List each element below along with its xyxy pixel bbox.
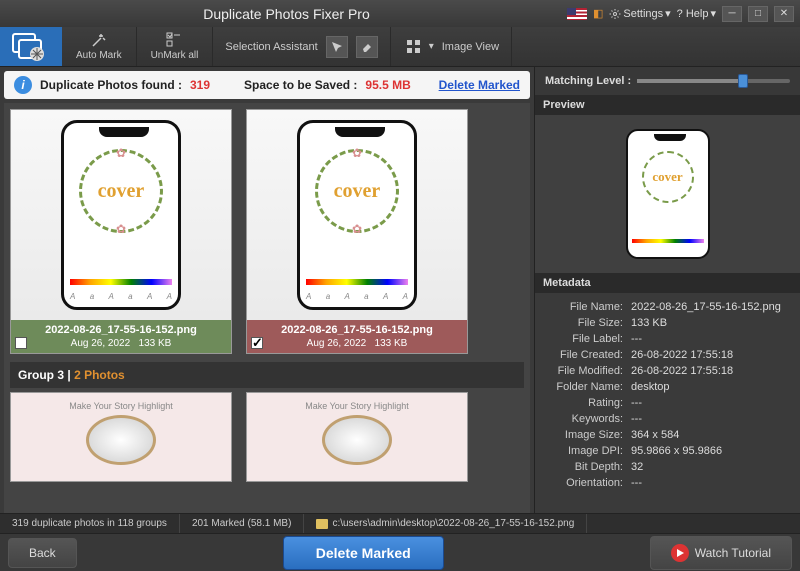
metadata-row: Image Size:364 x 584 [543, 427, 792, 443]
watch-tutorial-button[interactable]: Watch Tutorial [650, 536, 792, 570]
preview-box: cover [535, 115, 800, 273]
preview-header: Preview [535, 95, 800, 115]
unmark-icon [166, 32, 182, 48]
metadata-row: Image DPI:95.9866 x 95.9866 [543, 443, 792, 459]
photo-card[interactable]: coverAaAaAA 2022-08-26_17-55-16-152.png … [10, 109, 232, 354]
metadata-row: Folder Name:desktop [543, 379, 792, 395]
delete-marked-button[interactable]: Delete Marked [283, 536, 444, 570]
found-label: Duplicate Photos found : [40, 78, 182, 92]
filename: 2022-08-26_17-55-16-152.png [17, 324, 225, 336]
photo-card[interactable]: Make Your Story Highlight [10, 392, 232, 482]
metadata-row: File Name:2022-08-26_17-55-16-152.png [543, 299, 792, 315]
bottom-bar: Back Delete Marked Watch Tutorial [0, 533, 800, 571]
metadata-row: File Modified:26-08-2022 17:55:18 [543, 363, 792, 379]
metadata-row: Rating:--- [543, 395, 792, 411]
status-bar: 319 duplicate photos in 118 groups 201 M… [0, 513, 800, 533]
back-button[interactable]: Back [8, 538, 77, 568]
status-duplicates: 319 duplicate photos in 118 groups [0, 514, 180, 533]
help-menu[interactable]: ? Help▾ [677, 7, 716, 20]
arrow-icon [330, 40, 344, 54]
flag-icon[interactable] [567, 8, 587, 20]
notification-icon[interactable]: ◧ [593, 7, 603, 20]
metadata-row: File Label:--- [543, 331, 792, 347]
space-label: Space to be Saved : [244, 78, 357, 92]
selection-mode-b-button[interactable] [356, 36, 378, 58]
info-icon: i [14, 76, 32, 94]
results-pane: i Duplicate Photos found : 319 Space to … [0, 67, 534, 513]
metadata-row: Orientation:--- [543, 475, 792, 491]
info-bar: i Duplicate Photos found : 319 Space to … [4, 71, 530, 99]
delete-marked-link[interactable]: Delete Marked [439, 78, 520, 92]
folder-icon [316, 519, 328, 529]
metadata-row: File Size:133 KB [543, 315, 792, 331]
image-view-label: Image View [442, 41, 499, 53]
metadata-header: Metadata [535, 273, 800, 293]
status-marked: 201 Marked (58.1 MB) [180, 514, 305, 533]
metadata-row: File Created:26-08-2022 17:55:18 [543, 347, 792, 363]
photo-card[interactable]: coverAaAaAA 2022-08-26_17-55-16-152.png … [246, 109, 468, 354]
eraser-icon [360, 40, 374, 54]
found-value: 319 [190, 78, 210, 92]
toolbar: Auto Mark UnMark all Selection Assistant… [0, 27, 800, 67]
image-view-grid-button[interactable] [403, 36, 425, 58]
minimize-button[interactable]: ─ [722, 6, 742, 22]
wand-icon [91, 32, 107, 48]
matching-level-slider[interactable] [637, 79, 790, 83]
group-header: Group 3 | 2 Photos [10, 362, 524, 388]
selection-assistant-label: Selection Assistant [225, 41, 317, 53]
metadata-list[interactable]: File Name:2022-08-26_17-55-16-152.png Fi… [535, 293, 800, 513]
thumbnail: coverAaAaAA [247, 110, 467, 320]
thumbnail: coverAaAaAA [11, 110, 231, 320]
status-path: c:\users\admin\desktop\2022-08-26_17-55-… [304, 514, 587, 533]
maximize-button[interactable]: □ [748, 6, 768, 22]
auto-mark-button[interactable]: Auto Mark [62, 27, 137, 66]
chevron-down-icon: ▾ [710, 7, 716, 20]
photo-card[interactable]: Make Your Story Highlight [246, 392, 468, 482]
grid-icon [406, 39, 422, 55]
filename: 2022-08-26_17-55-16-152.png [253, 324, 461, 336]
metadata-row: Bit Depth:32 [543, 459, 792, 475]
play-icon [671, 544, 689, 562]
title-bar: Duplicate Photos Fixer Pro ◧ Settings▾ ?… [0, 0, 800, 27]
app-logo [0, 27, 62, 66]
settings-menu[interactable]: Settings▾ [609, 7, 670, 20]
details-pane: Matching Level : Preview cover Metadata … [534, 67, 800, 513]
slider-handle[interactable] [738, 74, 748, 88]
select-checkbox[interactable] [15, 337, 27, 349]
select-checkbox[interactable] [251, 337, 263, 349]
results-list[interactable]: coverAaAaAA 2022-08-26_17-55-16-152.png … [4, 103, 530, 513]
selection-mode-a-button[interactable] [326, 36, 348, 58]
matching-level-label: Matching Level : [545, 75, 631, 87]
chevron-down-icon: ▾ [665, 7, 671, 20]
metadata-row: Keywords:--- [543, 411, 792, 427]
close-button[interactable]: ✕ [774, 6, 794, 22]
unmark-all-button[interactable]: UnMark all [137, 27, 214, 66]
space-value: 95.5 MB [365, 78, 410, 92]
chevron-down-icon[interactable]: ▾ [429, 41, 434, 52]
app-title: Duplicate Photos Fixer Pro [6, 6, 567, 22]
